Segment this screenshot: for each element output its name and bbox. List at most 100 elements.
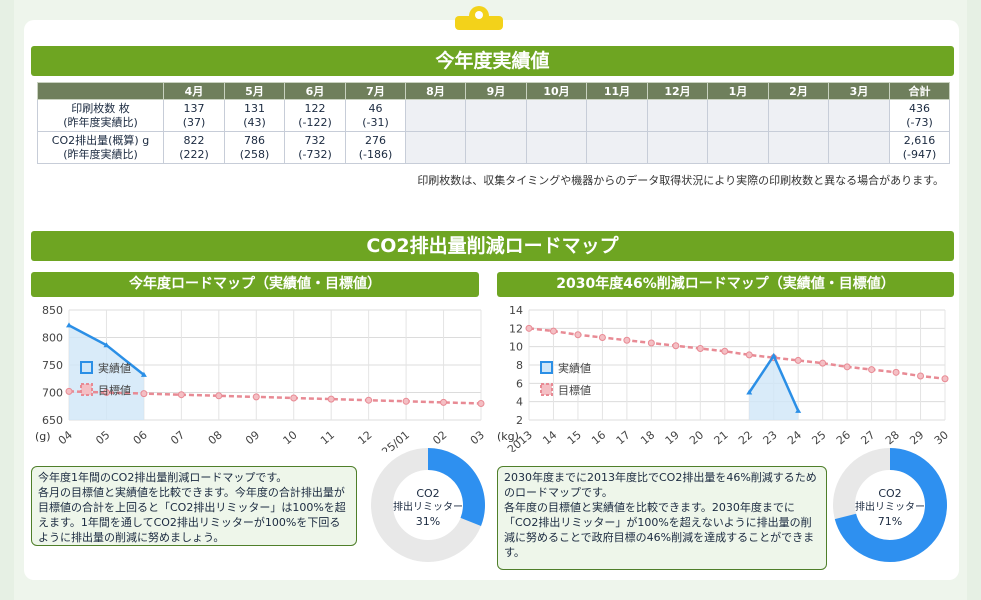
right-chart-unit: (kg) [497, 430, 519, 443]
legend-target-swatch [540, 383, 553, 396]
table-row: CO2排出量(概算) g (昨年度実績比) 822 (222) 786 (258) 732(… [37, 131, 950, 164]
table-cell: 46 (-31) [345, 99, 406, 132]
table-cell: 732 (-732) [284, 131, 346, 164]
x-tick-label: 15 [565, 428, 584, 447]
cell-line: (-732) [298, 147, 332, 161]
cell-line: (258) [239, 147, 270, 161]
cell-line: (-122) [298, 115, 332, 129]
cell-line: 2,616 [903, 133, 936, 147]
right-donut-percent: 71% [877, 515, 903, 528]
row-label-line: (昨年度実績比) [63, 115, 138, 129]
x-tick-label: 03 [468, 428, 487, 447]
x-tick-label: 27 [858, 428, 877, 447]
left-chart-title: 今年度ロードマップ（実績値・目標値） [31, 272, 479, 297]
table-cell: 137 (37) [163, 99, 225, 132]
cell-line: (-186) [358, 147, 393, 161]
left-line-chart: 65070075080085004 05 06 07 08 09 10 11 12 25/01 02… [42, 304, 487, 452]
table-cell [405, 131, 466, 164]
results-title: 今年度実績値 [31, 46, 954, 76]
left-description: 今年度1年間のCO2排出量削減ロードマップです。 各月の目標値と実績値を比較できま… [31, 466, 357, 546]
row-label-line: 印刷枚数 枚 [71, 101, 130, 115]
table-cell [526, 131, 587, 164]
legend-target-swatch [80, 383, 93, 396]
target-point [365, 396, 373, 404]
cell-line: 122 [304, 101, 326, 115]
target-point [525, 324, 533, 332]
table-cell: 786 (258) [224, 131, 285, 164]
target-point [819, 359, 827, 367]
target-point [794, 356, 802, 364]
table-cell [465, 131, 527, 164]
table-cell [707, 131, 769, 164]
x-tick-label: 08 [206, 428, 225, 447]
table-total-cell: 2,616 (-947) [889, 131, 950, 164]
target-line [528, 327, 946, 380]
target-point [917, 372, 925, 380]
table-header-row: 4月 5月 6月 7月 8月 9月 10月 11月 12月 1月 2月 3月 合計 [37, 82, 950, 100]
cell-line: 131 [244, 101, 265, 115]
right-donut-label: CO2 排出リミッター 71% [849, 487, 931, 529]
cell-line: (-73) [906, 115, 933, 129]
target-point [868, 366, 876, 374]
x-tick-label: 16 [589, 428, 608, 447]
row-label-line: (昨年度実績比) [63, 147, 138, 161]
left-donut-line1: CO2 [416, 487, 440, 500]
cell-line: 46 [368, 101, 383, 115]
right-line-chart: 24681012142013 14 15 16 17 18 19 20 21 22 23 24 25 26… [505, 304, 951, 452]
x-tick-label: 24 [785, 428, 804, 447]
target-point [745, 351, 753, 359]
target-point [574, 331, 582, 339]
table-header-cell [37, 82, 164, 100]
x-tick-label: 25 [809, 428, 828, 447]
target-point [215, 392, 223, 400]
x-tick-label: 02 [430, 428, 449, 447]
table-header-cell: 3月 [828, 82, 890, 100]
left-donut-label: CO2 排出リミッター 31% [387, 487, 469, 529]
right-description: 2030年度までに2013年度比でCO2排出量を46%削減するためのロードマップ… [497, 466, 827, 570]
roadmap-title: CO2排出量削減ロードマップ [31, 231, 954, 261]
y-tick-label: 8 [516, 359, 523, 372]
table-cell [405, 99, 466, 132]
y-tick-label: 6 [516, 377, 523, 390]
table-header-cell: 2月 [768, 82, 829, 100]
table-cell [586, 131, 648, 164]
x-tick-label: 29 [907, 428, 926, 447]
table-cell: 276 (-186) [345, 131, 406, 164]
x-tick-label: 21 [712, 428, 731, 447]
table-header-cell: 4月 [163, 82, 225, 100]
legend-target-label: 目標値 [98, 383, 131, 397]
table-cell [707, 99, 769, 132]
table-cell [647, 99, 708, 132]
cell-line: 786 [244, 133, 265, 147]
x-tick-label: 05 [93, 428, 112, 447]
cell-line: 137 [183, 101, 205, 115]
y-tick-label: 750 [42, 359, 63, 372]
legend-actual-label: 実績値 [98, 361, 131, 375]
target-point [440, 398, 448, 406]
x-tick-label: 26 [834, 428, 853, 447]
y-tick-label: 2 [516, 414, 523, 427]
target-point [252, 393, 260, 401]
cell-line: 732 [304, 133, 326, 147]
x-tick-label: 28 [883, 428, 902, 447]
table-cell: 131 (43) [224, 99, 285, 132]
y-tick-label: 800 [42, 332, 63, 345]
x-tick-label: 14 [540, 428, 559, 447]
table-row: 印刷枚数 枚 (昨年度実績比) 137 (37) 131 (43) 122 (-122) 46(… [37, 99, 950, 132]
y-tick-label: 650 [42, 414, 63, 427]
table-cell [526, 99, 587, 132]
y-tick-label: 14 [509, 304, 523, 317]
row-label-line: CO2排出量(概算) g [51, 133, 150, 147]
target-point [65, 387, 73, 395]
legend-target-label: 目標値 [558, 383, 591, 397]
y-tick-label: 12 [509, 322, 523, 335]
right-donut-line2: 排出リミッター [855, 502, 925, 513]
row-label: CO2排出量(概算) g (昨年度実績比) [37, 131, 164, 164]
table-cell [828, 131, 890, 164]
x-tick-label: 04 [56, 428, 75, 447]
left-chart-unit: (g) [35, 430, 51, 443]
x-tick-label: 20 [687, 428, 706, 447]
target-point [177, 391, 185, 399]
left-donut-percent: 31% [415, 515, 441, 528]
cell-line: 276 [365, 133, 386, 147]
